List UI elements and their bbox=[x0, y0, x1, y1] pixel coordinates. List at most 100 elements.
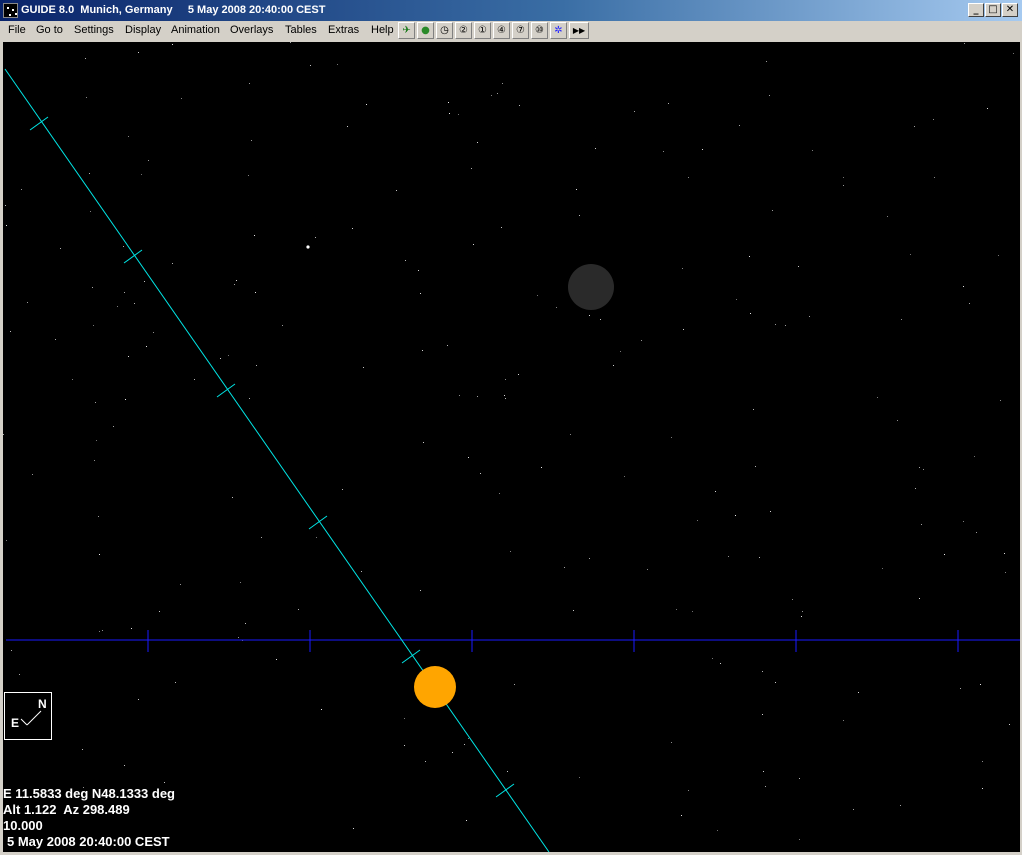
star bbox=[502, 83, 503, 84]
menu-file[interactable]: File bbox=[8, 23, 26, 38]
star bbox=[1005, 572, 1006, 573]
star bbox=[510, 551, 511, 552]
star bbox=[128, 356, 129, 357]
bright-star[interactable] bbox=[306, 245, 310, 249]
star bbox=[676, 609, 677, 610]
star bbox=[897, 420, 898, 421]
zoom-10-icon[interactable]: ⑩ bbox=[531, 22, 548, 39]
telescope-icon[interactable]: ✈ bbox=[398, 22, 415, 39]
zoom-1-icon[interactable]: ① bbox=[474, 22, 491, 39]
star bbox=[72, 379, 73, 380]
zoom-7-icon[interactable]: ⑦ bbox=[512, 22, 529, 39]
star bbox=[282, 325, 283, 326]
datetime-readout: 5 May 2008 20:40:00 CEST bbox=[7, 834, 170, 849]
star-field bbox=[3, 42, 1014, 840]
star bbox=[153, 332, 154, 333]
star bbox=[682, 268, 683, 269]
menu-settings[interactable]: Settings bbox=[74, 23, 114, 38]
star bbox=[683, 329, 684, 330]
maximize-button[interactable]: □ bbox=[985, 3, 1001, 17]
star bbox=[10, 331, 11, 332]
fast-forward-icon[interactable]: ▶▶ bbox=[569, 22, 589, 39]
star bbox=[799, 778, 800, 779]
star bbox=[634, 111, 635, 112]
zoom-4-icon[interactable]: ④ bbox=[493, 22, 510, 39]
minimize-button[interactable]: _ bbox=[968, 3, 984, 17]
star bbox=[363, 367, 364, 368]
star bbox=[473, 244, 474, 245]
star bbox=[251, 140, 252, 141]
sun[interactable] bbox=[414, 666, 456, 708]
star bbox=[449, 113, 450, 114]
menu-tables[interactable]: Tables bbox=[285, 23, 317, 38]
star bbox=[148, 160, 149, 161]
star bbox=[556, 307, 557, 308]
title-bar[interactable]: GUIDE 8.0 Munich, Germany 5 May 2008 20:… bbox=[0, 0, 1022, 21]
star bbox=[882, 568, 883, 569]
star bbox=[256, 365, 257, 366]
star bbox=[514, 684, 515, 685]
star bbox=[125, 399, 126, 400]
star bbox=[910, 254, 911, 255]
planet-icon[interactable]: ● bbox=[417, 22, 434, 39]
menu-overlays[interactable]: Overlays bbox=[230, 23, 273, 38]
star bbox=[762, 714, 763, 715]
star-field-icon[interactable]: ✲ bbox=[550, 22, 567, 39]
star bbox=[236, 280, 237, 281]
star bbox=[766, 61, 767, 62]
star bbox=[647, 569, 648, 570]
menu-goto[interactable]: Go to bbox=[36, 23, 63, 38]
star bbox=[901, 319, 902, 320]
star bbox=[589, 315, 590, 316]
star bbox=[671, 742, 672, 743]
app-icon[interactable] bbox=[3, 3, 18, 18]
star bbox=[452, 752, 453, 753]
menu-extras[interactable]: Extras bbox=[328, 23, 359, 38]
star bbox=[877, 397, 878, 398]
star bbox=[501, 227, 502, 228]
star bbox=[681, 815, 682, 816]
star bbox=[234, 284, 235, 285]
zoom-2-icon[interactable]: ② bbox=[455, 22, 472, 39]
star bbox=[717, 830, 718, 831]
star bbox=[775, 324, 776, 325]
star bbox=[175, 682, 176, 683]
star bbox=[245, 623, 246, 624]
star bbox=[298, 609, 299, 610]
star bbox=[1013, 53, 1014, 54]
star bbox=[123, 246, 124, 247]
star bbox=[342, 489, 343, 490]
star bbox=[1000, 400, 1001, 401]
star bbox=[261, 537, 262, 538]
star bbox=[491, 95, 492, 96]
close-button[interactable]: ✕ bbox=[1002, 3, 1018, 17]
sky-chart[interactable] bbox=[3, 42, 1020, 852]
star bbox=[94, 460, 95, 461]
star bbox=[238, 637, 239, 638]
star bbox=[858, 692, 859, 693]
menu-display[interactable]: Display bbox=[125, 23, 161, 38]
star bbox=[418, 270, 419, 271]
star bbox=[518, 374, 519, 375]
star bbox=[579, 215, 580, 216]
star bbox=[750, 313, 751, 314]
star bbox=[671, 437, 672, 438]
star bbox=[99, 554, 100, 555]
menu-animation[interactable]: Animation bbox=[171, 23, 220, 38]
clock-icon[interactable]: ◷ bbox=[436, 22, 453, 39]
star bbox=[113, 426, 114, 427]
star bbox=[519, 105, 520, 106]
menu-help[interactable]: Help bbox=[371, 23, 394, 38]
moon[interactable] bbox=[568, 264, 614, 310]
star bbox=[420, 590, 421, 591]
star bbox=[770, 511, 771, 512]
star bbox=[468, 457, 469, 458]
altaz-readout: Alt 1.122 Az 298.489 bbox=[3, 802, 130, 817]
star bbox=[715, 491, 716, 492]
location-readout: E 11.5833 deg N48.1333 deg bbox=[3, 786, 175, 801]
star bbox=[134, 303, 135, 304]
sky-map bbox=[3, 42, 1020, 852]
star bbox=[458, 114, 459, 115]
star bbox=[6, 540, 7, 541]
star bbox=[131, 628, 132, 629]
